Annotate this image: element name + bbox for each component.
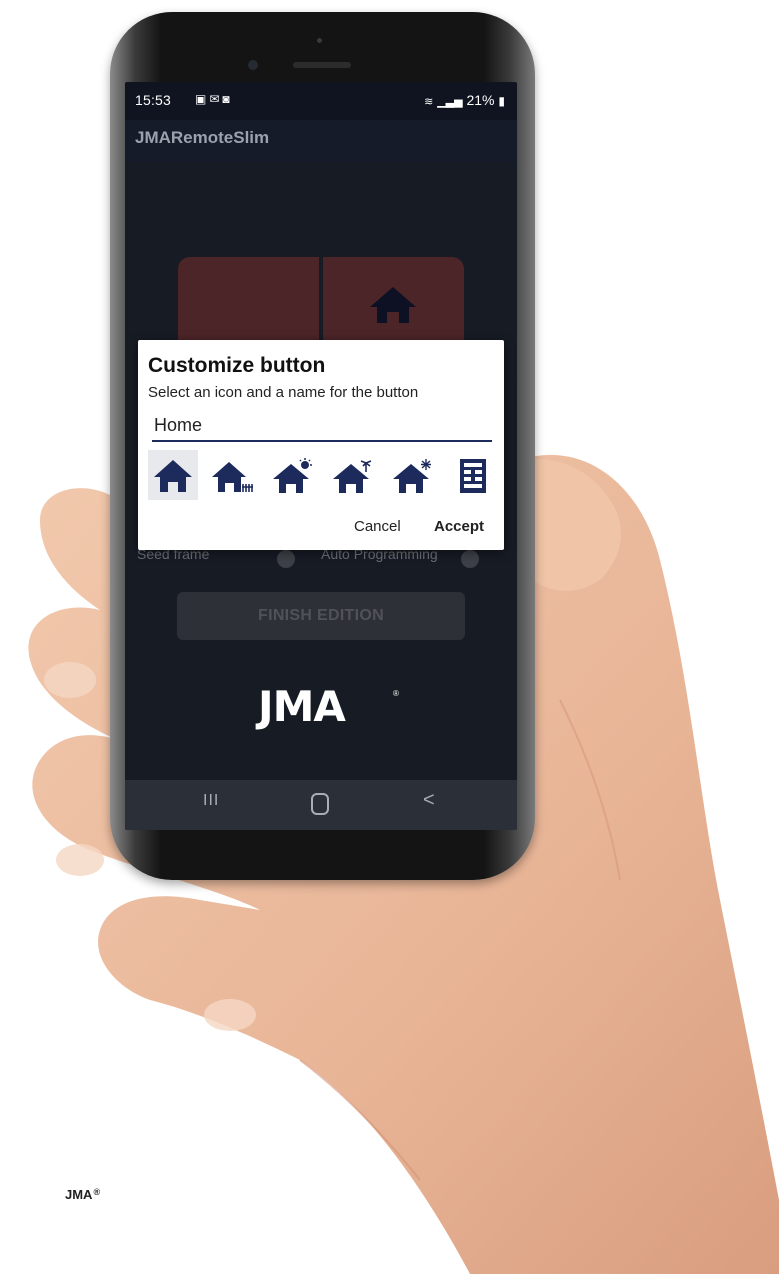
jma-logo: JMA <box>258 682 346 731</box>
home-palm-icon <box>333 460 372 493</box>
home-fence-icon <box>212 462 253 492</box>
seed-frame-toggle[interactable] <box>277 550 295 568</box>
home-sun-icon <box>273 458 312 493</box>
recents-button[interactable]: III <box>203 792 219 810</box>
icon-option-home-snow[interactable] <box>388 450 438 500</box>
customize-button-dialog: Customize button Select an icon and a na… <box>138 340 504 550</box>
battery-icon: ▮ <box>498 94 505 108</box>
finish-edition-button[interactable]: FINISH EDITION <box>177 592 465 640</box>
auto-programming-toggle[interactable] <box>461 550 479 568</box>
back-button[interactable]: < <box>423 789 435 812</box>
jma-logo-registered-mark: ® <box>393 689 399 698</box>
earpiece-speaker <box>293 62 351 68</box>
camera-dot <box>317 38 322 43</box>
icon-option-building[interactable] <box>448 450 498 500</box>
app-title: JMARemoteSlim <box>135 128 270 147</box>
status-bar: 15:53 ▣✉◙ ≋ ▁▃▅ 21% ▮ <box>125 82 517 120</box>
icon-option-home[interactable] <box>148 450 198 500</box>
app-icon: ◙ <box>222 92 233 106</box>
notification-icons: ▣✉◙ <box>195 92 233 106</box>
cancel-button[interactable]: Cancel <box>354 518 401 535</box>
battery-percent: 21% <box>466 92 495 108</box>
home-icon <box>370 287 416 323</box>
status-right: ≋ ▁▃▅ 21% ▮ <box>424 92 505 108</box>
home-circle-icon[interactable] <box>311 793 329 815</box>
caption: JMA® <box>65 1187 100 1202</box>
system-nav-bar: III < <box>125 780 517 830</box>
image-icon: ▣ <box>195 92 210 106</box>
caption-brand: JMA <box>65 1187 93 1202</box>
status-time: 15:53 <box>135 92 172 108</box>
home-snow-icon <box>393 459 431 493</box>
mail-icon: ✉ <box>209 92 223 106</box>
app-bar: JMARemoteSlim <box>125 120 517 162</box>
front-camera <box>248 60 258 70</box>
icon-option-home-fence[interactable] <box>208 450 258 500</box>
accept-button[interactable]: Accept <box>434 518 484 535</box>
signal-icon: ▁▃▅ <box>437 96 463 108</box>
wifi-icon: ≋ <box>424 96 434 108</box>
icon-picker <box>148 450 498 500</box>
icon-option-home-palm[interactable] <box>328 450 378 500</box>
building-icon <box>460 459 486 493</box>
caption-registered-mark: ® <box>93 1187 101 1197</box>
dialog-subtitle: Select an icon and a name for the button <box>148 384 419 401</box>
icon-option-home-sun[interactable] <box>268 450 318 500</box>
button-name-input[interactable] <box>152 412 492 442</box>
dialog-title: Customize button <box>148 354 326 377</box>
home-icon <box>154 460 192 492</box>
